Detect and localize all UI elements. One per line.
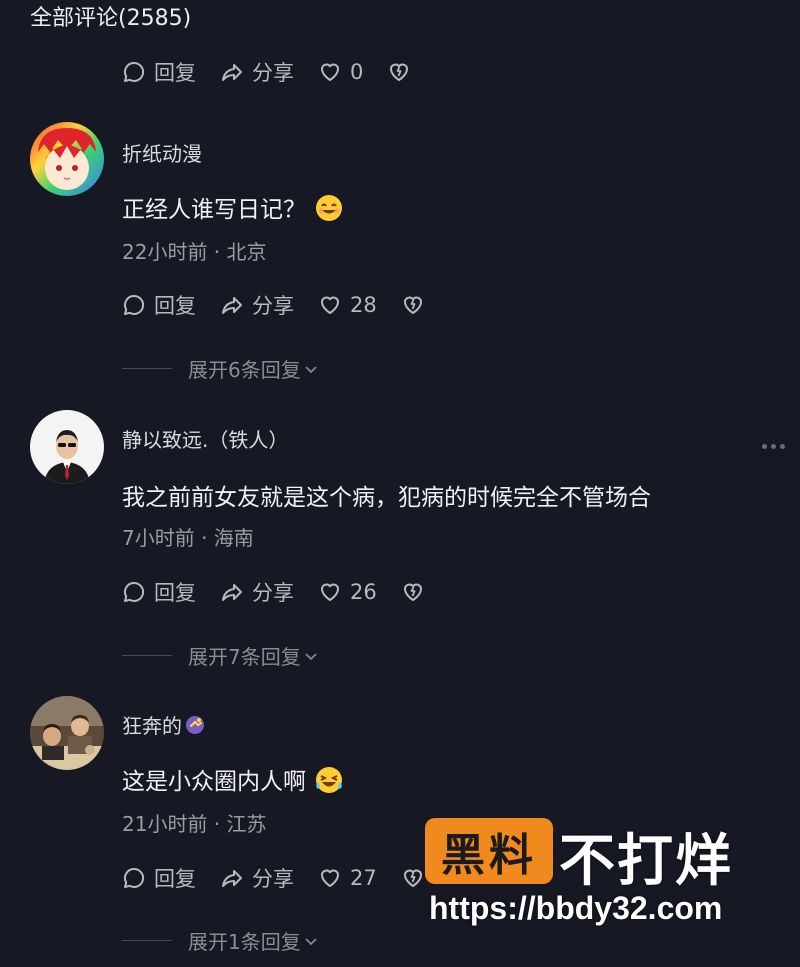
top-comment-actions: 回复 分享 0	[122, 57, 435, 87]
username-text: 狂奔的	[122, 714, 182, 738]
share-label: 分享	[252, 61, 294, 85]
comments-header: 全部评论(2585)	[30, 6, 192, 31]
share-label: 分享	[252, 867, 294, 891]
comment-bubble-icon	[124, 867, 145, 888]
expand-replies-button[interactable]: 展开1条回复	[122, 926, 319, 955]
reply-label: 回复	[154, 61, 196, 85]
chevron-down-icon	[305, 365, 317, 373]
reply-button[interactable]: 回复	[122, 577, 196, 607]
share-button[interactable]: 分享	[220, 290, 294, 320]
share-arrow-icon	[222, 297, 242, 314]
watermark-url: https://bbdy32.com	[429, 890, 723, 926]
comment-text-content: 这是小众圈内人啊	[122, 769, 306, 795]
broken-heart-icon	[403, 583, 422, 601]
watermark: 黑料 不打烊 https://bbdy32.com	[425, 816, 785, 936]
share-arrow-icon	[222, 584, 242, 601]
divider	[122, 368, 172, 369]
expand-replies-label: 展开7条回复	[188, 645, 301, 669]
share-button[interactable]: 分享	[220, 577, 294, 607]
reply-button[interactable]: 回复	[122, 863, 196, 893]
dislike-button[interactable]	[401, 293, 425, 317]
heart-icon	[321, 63, 339, 81]
username[interactable]: 狂奔的	[122, 710, 206, 741]
comment-bubble-icon	[124, 294, 145, 315]
comment-text: 正经人谁写日记？	[122, 190, 344, 229]
reply-button[interactable]: 回复	[122, 57, 196, 87]
dislike-button[interactable]	[401, 866, 425, 890]
heart-icon	[321, 296, 339, 314]
comment-actions: 回复 分享 27	[122, 863, 449, 893]
share-button[interactable]: 分享	[220, 863, 294, 893]
like-button[interactable]: 0	[318, 60, 363, 84]
comment-text-content: 正经人谁写日记？	[122, 197, 306, 223]
expand-replies-button[interactable]: 展开7条回复	[122, 641, 319, 670]
like-button[interactable]: 28	[318, 293, 377, 317]
broken-heart-icon	[403, 869, 422, 887]
share-label: 分享	[252, 581, 294, 605]
avatar[interactable]	[30, 122, 104, 196]
smile-emoji-icon	[314, 193, 344, 229]
share-arrow-icon	[222, 64, 242, 81]
comment-meta: 22小时前 · 北京	[122, 240, 267, 264]
running-emoji-icon	[184, 714, 206, 741]
expand-replies-label: 展开6条回复	[188, 358, 301, 382]
avatar[interactable]	[30, 410, 104, 484]
like-button[interactable]: 27	[318, 866, 377, 890]
reply-label: 回复	[154, 294, 196, 318]
chevron-down-icon	[305, 652, 317, 660]
broken-heart-icon	[403, 296, 422, 314]
broken-heart-icon	[390, 63, 409, 81]
like-count: 0	[350, 60, 364, 84]
comment-bubble-icon	[124, 61, 145, 82]
avatar[interactable]	[30, 696, 104, 770]
reply-label: 回复	[154, 581, 196, 605]
share-label: 分享	[252, 294, 294, 318]
comment-meta: 21小时前 · 江苏	[122, 812, 267, 836]
share-button[interactable]: 分享	[220, 57, 294, 87]
watermark-title: 不打烊	[559, 829, 733, 894]
comment-text: 这是小众圈内人啊	[122, 762, 344, 801]
like-count: 26	[350, 580, 377, 604]
comment-bubble-icon	[124, 581, 145, 602]
chevron-down-icon	[305, 937, 317, 945]
heart-icon	[321, 869, 339, 887]
comment-meta: 7小时前 · 海南	[122, 526, 254, 550]
comment-actions: 回复 分享 28	[122, 290, 449, 320]
reply-label: 回复	[154, 867, 196, 891]
heart-icon	[321, 583, 339, 601]
like-button[interactable]: 26	[318, 580, 377, 604]
share-arrow-icon	[222, 870, 242, 887]
like-count: 27	[350, 866, 377, 890]
dislike-button[interactable]	[401, 580, 425, 604]
dislike-button[interactable]	[387, 60, 411, 84]
more-dots-icon[interactable]	[762, 444, 785, 449]
comment-text: 我之前前女友就是这个病，犯病的时候完全不管场合	[122, 485, 651, 511]
reply-button[interactable]: 回复	[122, 290, 196, 320]
expand-replies-button[interactable]: 展开6条回复	[122, 354, 319, 383]
expand-replies-label: 展开1条回复	[188, 930, 301, 954]
watermark-badge: 黑料	[425, 818, 553, 884]
comment-actions: 回复 分享 26	[122, 577, 449, 607]
laughing-emoji-icon	[314, 765, 344, 801]
username[interactable]: 折纸动漫	[122, 138, 202, 167]
divider	[122, 940, 172, 941]
divider	[122, 655, 172, 656]
like-count: 28	[350, 293, 377, 317]
username[interactable]: 静以致远.（铁人）	[122, 424, 288, 453]
